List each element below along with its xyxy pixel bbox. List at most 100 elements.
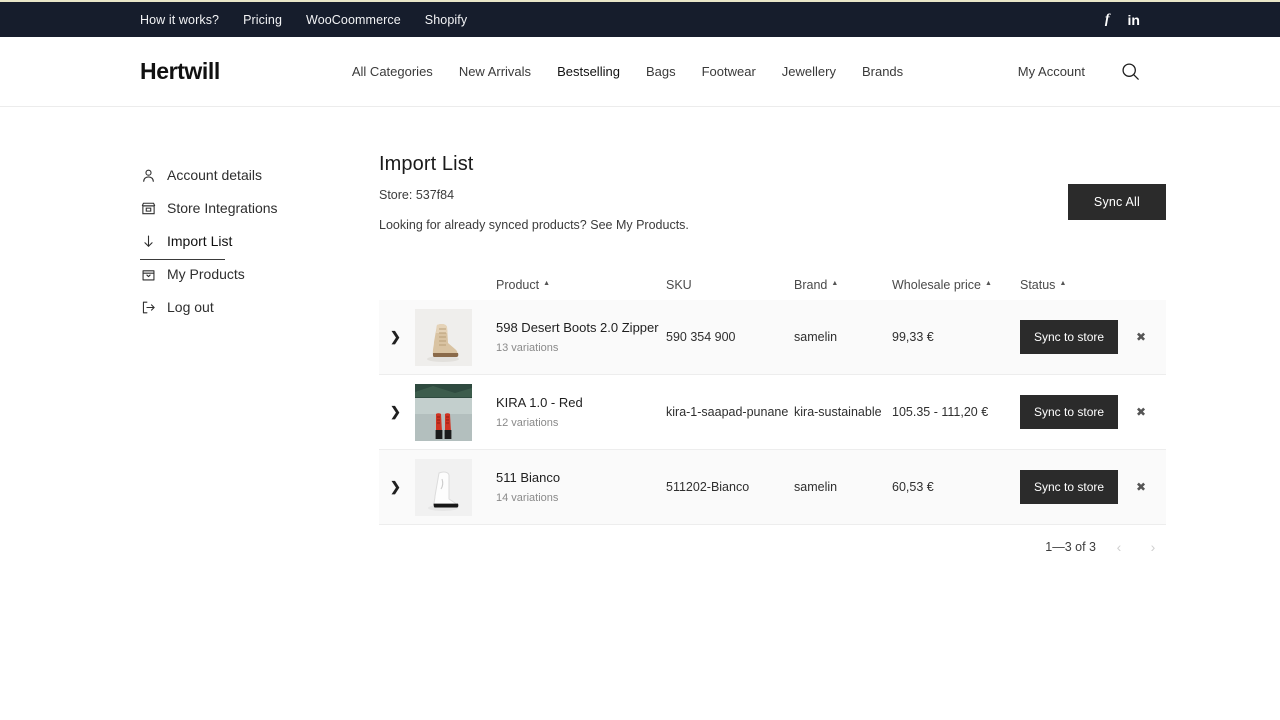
- sort-ascending-icon: ▲: [1059, 280, 1067, 287]
- row-expand-cell: ❯: [379, 328, 415, 346]
- product-name: 598 Desert Boots 2.0 Zipper: [496, 320, 659, 336]
- topbar-link-how-it-works[interactable]: How it works?: [140, 13, 219, 27]
- chevron-right-icon[interactable]: ❯: [379, 329, 401, 344]
- page-title: Import List: [379, 153, 474, 175]
- nav-item-jewellery[interactable]: Jewellery: [782, 64, 836, 79]
- nav-item-all-categories[interactable]: All Categories: [352, 64, 433, 79]
- sidebar-item-log-out[interactable]: Log out: [140, 291, 350, 323]
- row-thumbnail-cell: [415, 383, 496, 441]
- row-wholesale-price-cell: 99,33 €: [892, 330, 934, 344]
- nav-item-footwear[interactable]: Footwear: [702, 64, 756, 79]
- row-thumbnail-cell: [415, 308, 496, 366]
- remove-product-icon[interactable]: ✖: [1118, 330, 1164, 344]
- product-thumbnail: [415, 458, 472, 516]
- table-header-row: Product ▲ SKU Brand ▲ Wholesale price ▲ …: [379, 274, 1166, 300]
- nav-item-new-arrivals[interactable]: New Arrivals: [459, 64, 531, 79]
- sync-to-store-button[interactable]: Sync to store: [1020, 395, 1119, 429]
- row-sku-cell: 511202-Bianco: [666, 480, 750, 494]
- my-account-link[interactable]: My Account: [1018, 64, 1085, 79]
- chevron-right-icon[interactable]: ❯: [379, 479, 401, 494]
- product-variations-count: 13 variations: [496, 341, 559, 354]
- row-product-cell: KIRA 1.0 - Red 12 variations: [496, 395, 666, 428]
- sort-ascending-icon: ▲: [543, 280, 551, 287]
- account-sidebar: Account details Store Integrations Impor…: [140, 153, 350, 569]
- store-icon: [140, 200, 156, 216]
- product-thumbnail: [415, 383, 472, 441]
- sidebar-item-label: Store Integrations: [167, 200, 278, 216]
- row-brand-cell: samelin: [794, 480, 838, 494]
- column-header-label: SKU: [666, 277, 692, 292]
- sync-to-store-button[interactable]: Sync to store: [1020, 320, 1119, 354]
- sidebar-item-my-products[interactable]: My Products: [140, 258, 350, 290]
- remove-product-icon[interactable]: ✖: [1118, 405, 1164, 419]
- column-header-label: Status: [1020, 277, 1056, 292]
- table-row[interactable]: ❯ 511 Bianco 14 variations 511202-Bianco…: [379, 450, 1166, 525]
- row-brand-cell: kira-sustainable: [794, 405, 882, 419]
- top-utility-links: How it works? Pricing WooCoommerce Shopi…: [140, 13, 467, 27]
- topbar-link-woocommerce[interactable]: WooCoommerce: [306, 13, 401, 27]
- topbar-link-shopify[interactable]: Shopify: [425, 13, 467, 27]
- column-header-sku[interactable]: SKU: [666, 278, 794, 292]
- sync-all-button[interactable]: Sync All: [1067, 184, 1166, 220]
- linkedin-icon[interactable]: in: [1128, 13, 1140, 27]
- table-row[interactable]: ❯ KIRA 1.0 - Red 12 variations kira-1-sa…: [379, 375, 1166, 450]
- column-header-product[interactable]: Product ▲: [496, 278, 666, 292]
- sort-ascending-icon: ▲: [984, 280, 992, 287]
- pagination-prev-button[interactable]: ‹: [1108, 536, 1130, 558]
- sidebar-item-label: Account details: [167, 167, 262, 183]
- product-name: 511 Bianco: [496, 470, 561, 486]
- topbar-link-pricing[interactable]: Pricing: [243, 13, 282, 27]
- row-status-cell: Sync to store ✖: [1020, 320, 1166, 354]
- user-icon: [140, 167, 156, 183]
- row-expand-cell: ❯: [379, 478, 415, 496]
- facebook-icon[interactable]: f: [1105, 12, 1110, 27]
- product-variations-count: 14 variations: [496, 491, 559, 504]
- sidebar-item-account-details[interactable]: Account details: [140, 159, 350, 191]
- column-header-label: Wholesale price: [892, 277, 981, 292]
- column-header-status[interactable]: Status ▲: [1020, 278, 1166, 292]
- site-logo[interactable]: Hertwill: [140, 58, 220, 85]
- social-links: f in: [1105, 12, 1140, 27]
- sync-to-store-button[interactable]: Sync to store: [1020, 470, 1119, 504]
- row-wholesale-price-cell: 60,53 €: [892, 480, 934, 494]
- row-expand-cell: ❯: [379, 403, 415, 421]
- import-list-table: Product ▲ SKU Brand ▲ Wholesale price ▲ …: [379, 274, 1166, 569]
- product-variations-count: 12 variations: [496, 416, 559, 429]
- row-sku-cell: kira-1-saapad-punane: [666, 405, 789, 419]
- nav-item-bestselling[interactable]: Bestselling: [557, 64, 620, 79]
- column-header-wholesale-price[interactable]: Wholesale price ▲: [892, 278, 1020, 292]
- column-header-label: Brand: [794, 277, 828, 292]
- row-thumbnail-cell: [415, 458, 496, 516]
- store-id-label: Store: 537f84: [379, 188, 455, 202]
- row-brand-cell: samelin: [794, 330, 838, 344]
- table-row[interactable]: ❯ 598 Desert Boots 2.0 Zipper 13 variati…: [379, 300, 1166, 375]
- import-list-main: Import List Store: 537f84 Looking for al…: [350, 153, 1166, 569]
- pagination-next-button[interactable]: ›: [1142, 536, 1164, 558]
- sidebar-item-label: Import List: [167, 233, 233, 249]
- synced-products-hint: Looking for already synced products? See…: [379, 218, 689, 232]
- row-product-cell: 598 Desert Boots 2.0 Zipper 13 variation…: [496, 320, 666, 353]
- sidebar-item-store-integrations[interactable]: Store Integrations: [140, 192, 350, 224]
- nav-item-brands[interactable]: Brands: [862, 64, 903, 79]
- top-utility-bar: How it works? Pricing WooCoommerce Shopi…: [0, 0, 1280, 37]
- search-icon[interactable]: [1120, 62, 1140, 82]
- remove-product-icon[interactable]: ✖: [1118, 480, 1164, 494]
- row-sku-cell: 590 354 900: [666, 330, 736, 344]
- nav-item-bags[interactable]: Bags: [646, 64, 676, 79]
- row-status-cell: Sync to store ✖: [1020, 470, 1166, 504]
- chevron-right-icon[interactable]: ❯: [379, 404, 401, 419]
- sidebar-item-import-list[interactable]: Import List: [140, 225, 350, 260]
- row-status-cell: Sync to store ✖: [1020, 395, 1166, 429]
- page-body: Account details Store Integrations Impor…: [0, 107, 1280, 569]
- sort-ascending-icon: ▲: [831, 280, 839, 287]
- site-header: Hertwill All Categories New Arrivals Bes…: [0, 37, 1280, 107]
- column-header-brand[interactable]: Brand ▲: [794, 278, 892, 292]
- sidebar-item-label: My Products: [167, 266, 245, 282]
- header-right-actions: My Account: [1018, 62, 1140, 82]
- product-name: KIRA 1.0 - Red: [496, 395, 583, 411]
- main-navigation: All Categories New Arrivals Bestselling …: [352, 64, 903, 79]
- sidebar-item-label: Log out: [167, 299, 214, 315]
- pagination-range-label: 1—3 of 3: [1045, 540, 1096, 554]
- package-icon: [140, 266, 156, 282]
- column-header-label: Product: [496, 277, 540, 292]
